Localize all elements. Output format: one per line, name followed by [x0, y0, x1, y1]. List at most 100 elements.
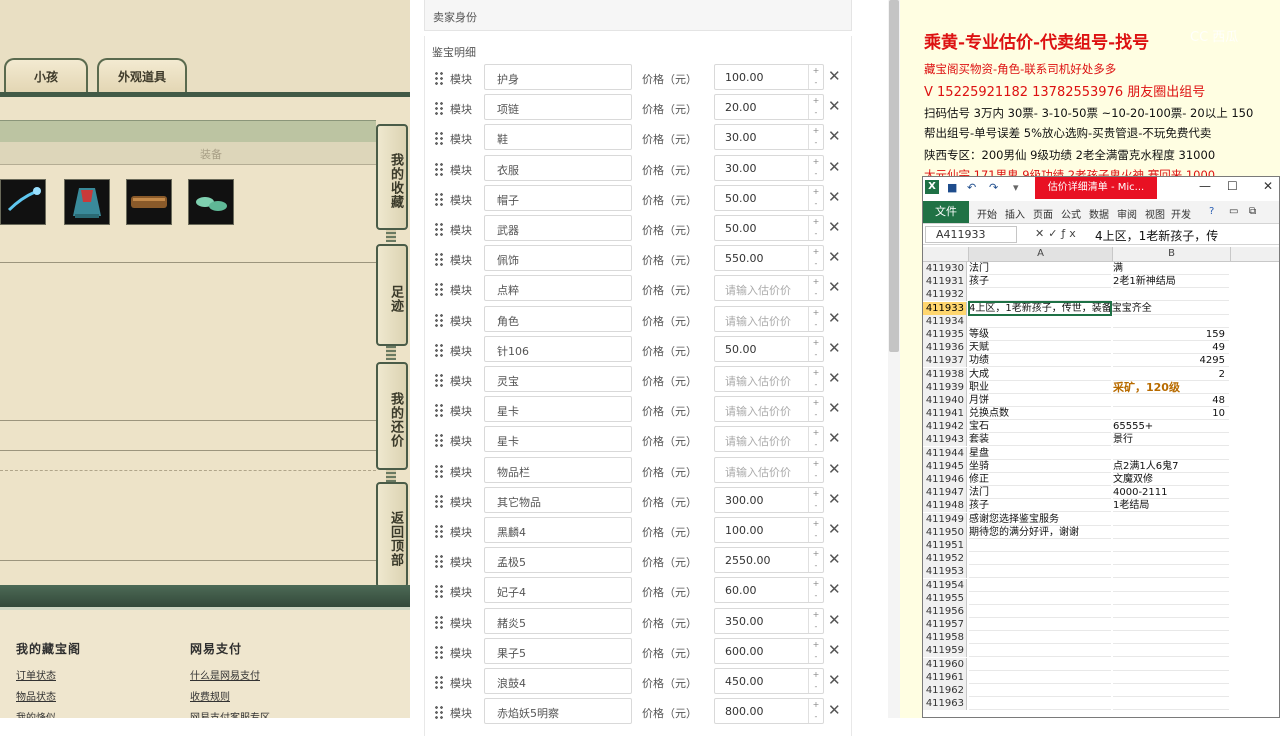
cell-b[interactable]: 1老结局	[1113, 499, 1229, 513]
delete-row-icon[interactable]: ✕	[828, 339, 841, 357]
cell-a[interactable]: 4上区，1老新孩子，传世，装备宝宝齐全	[968, 300, 1152, 316]
ribbon-tab-review[interactable]: 审阅	[1117, 206, 1137, 221]
price-input[interactable]: 30.00 + -	[714, 154, 824, 181]
price-stepper[interactable]: + -	[808, 216, 823, 240]
delete-row-icon[interactable]: ✕	[828, 550, 841, 568]
cell-b[interactable]: 10	[1113, 407, 1229, 421]
formula-buttons[interactable]: ✕✓ƒx	[1035, 227, 1080, 240]
price-input[interactable]: 50.00 + -	[714, 335, 824, 362]
formula-input[interactable]: 4上区，1老新孩子，传	[1095, 227, 1218, 244]
price-input[interactable]: 请输入估价价 + -	[714, 456, 824, 483]
module-name-input[interactable]: 鞋	[484, 124, 632, 151]
cell-b[interactable]	[1113, 644, 1229, 658]
footer-link-pay-support[interactable]: 网易支付客服专区	[190, 709, 270, 718]
price-input[interactable]: 50.00 + -	[714, 184, 824, 211]
drag-handle-icon[interactable]	[434, 614, 444, 629]
delete-row-icon[interactable]: ✕	[828, 127, 841, 145]
module-name-input[interactable]: 孟极5	[484, 547, 632, 574]
help-icon[interactable]: ?	[1209, 206, 1214, 217]
column-header-b[interactable]: B	[1113, 247, 1231, 261]
price-input[interactable]: 请输入估价价 + -	[714, 426, 824, 453]
row-header[interactable]: 411931	[923, 275, 967, 289]
cell-a[interactable]: 套装	[969, 433, 1111, 447]
module-name-input[interactable]: 赤焰妖5明察	[484, 698, 632, 725]
price-stepper[interactable]: + -	[808, 125, 823, 150]
price-input[interactable]: 300.00 + -	[714, 486, 824, 513]
back-to-top-button[interactable]: 返回顶部	[376, 482, 408, 588]
row-header[interactable]: 411956	[923, 604, 967, 618]
cell-b[interactable]	[1113, 658, 1229, 671]
price-stepper[interactable]: + -	[808, 608, 823, 633]
equipment-slot-4[interactable]	[188, 179, 234, 225]
price-input[interactable]: 请输入估价价 + -	[714, 396, 824, 423]
row-header[interactable]: 411935	[923, 327, 967, 341]
cell-a[interactable]	[969, 552, 1111, 566]
drag-handle-icon[interactable]	[434, 675, 444, 689]
price-stepper[interactable]: + -	[808, 276, 823, 301]
ribbon-tab-file[interactable]: 文件	[923, 201, 969, 223]
row-header[interactable]: 411948	[923, 499, 967, 513]
cell-a[interactable]	[969, 288, 1111, 302]
price-stepper[interactable]: + -	[808, 367, 823, 391]
delete-row-icon[interactable]: ✕	[828, 67, 841, 85]
price-input[interactable]: 2550.00 + -	[714, 547, 824, 574]
cell-a[interactable]: 星盘	[969, 447, 1111, 460]
price-input[interactable]: 请输入估价价 + -	[714, 366, 824, 392]
row-header[interactable]: 411949	[923, 512, 967, 526]
cell-a[interactable]	[969, 631, 1111, 645]
module-name-input[interactable]: 帽子	[484, 184, 632, 211]
footer-link-order-status[interactable]: 订单状态	[16, 667, 56, 682]
minimize-icon[interactable]: —	[1199, 179, 1211, 193]
name-box[interactable]: A411933	[925, 226, 1017, 243]
undo-icon[interactable]: ↶	[967, 181, 976, 194]
drag-handle-icon[interactable]	[434, 131, 444, 146]
row-header[interactable]: 411951	[923, 538, 967, 552]
price-stepper[interactable]: + -	[808, 548, 823, 573]
cell-b[interactable]	[1113, 526, 1229, 539]
drag-handle-icon[interactable]	[434, 554, 444, 569]
cell-a[interactable]	[969, 579, 1111, 592]
module-name-input[interactable]: 果子5	[484, 637, 632, 664]
delete-row-icon[interactable]: ✕	[828, 641, 841, 659]
cell-b[interactable]	[1113, 552, 1229, 566]
cell-a[interactable]: 天赋	[969, 341, 1111, 355]
cell-a[interactable]	[969, 671, 1111, 684]
cell-b[interactable]: 48	[1113, 394, 1229, 407]
cell-a[interactable]	[969, 618, 1111, 632]
ribbon-tab-developer[interactable]: 开发	[1171, 206, 1191, 221]
drag-handle-icon[interactable]	[434, 644, 444, 659]
delete-row-icon[interactable]: ✕	[828, 369, 841, 387]
price-input[interactable]: 800.00 + -	[714, 698, 824, 725]
cell-b[interactable]	[1113, 288, 1229, 302]
tab-kid[interactable]: 小孩	[4, 58, 88, 94]
cell-a[interactable]	[969, 658, 1111, 671]
price-input[interactable]: 100.00 + -	[714, 64, 824, 90]
ribbon-tab-insert[interactable]: 插入	[1005, 206, 1025, 221]
price-stepper[interactable]: + -	[808, 578, 823, 603]
my-favorites-button[interactable]: 我的收藏	[376, 124, 408, 230]
drag-handle-icon[interactable]	[434, 161, 444, 176]
row-header[interactable]: 411963	[923, 697, 967, 711]
cell-b[interactable]: 159	[1113, 328, 1229, 341]
cell-b[interactable]: 景行	[1113, 433, 1229, 447]
cell-a[interactable]: 孩子	[969, 275, 1111, 289]
cell-a[interactable]	[969, 605, 1111, 618]
cell-a[interactable]	[969, 315, 1111, 328]
row-header[interactable]: 411961	[923, 670, 967, 684]
cell-b[interactable]: 点2满1人6鬼7	[1113, 460, 1229, 473]
drag-handle-icon[interactable]	[434, 252, 444, 267]
spreadsheet-grid[interactable]: 411930 法门 满 411931 孩子 2老1新神结局 411932 411…	[923, 262, 1279, 711]
equipment-slot-3[interactable]	[126, 179, 172, 225]
drag-handle-icon[interactable]	[434, 71, 444, 85]
price-input[interactable]: 请输入估价价 + -	[714, 305, 824, 332]
drag-handle-icon[interactable]	[434, 584, 444, 599]
row-header[interactable]: 411945	[923, 459, 967, 473]
row-header[interactable]: 411962	[923, 684, 967, 697]
row-header[interactable]: 411938	[923, 367, 967, 381]
module-name-input[interactable]: 针106	[484, 335, 632, 362]
cell-a[interactable]	[969, 565, 1111, 579]
cell-a[interactable]: 大成	[969, 368, 1111, 381]
customize-toolbar-icon[interactable]: ▾	[1013, 181, 1019, 194]
row-header[interactable]: 411957	[923, 618, 967, 632]
delete-row-icon[interactable]: ✕	[828, 399, 841, 417]
